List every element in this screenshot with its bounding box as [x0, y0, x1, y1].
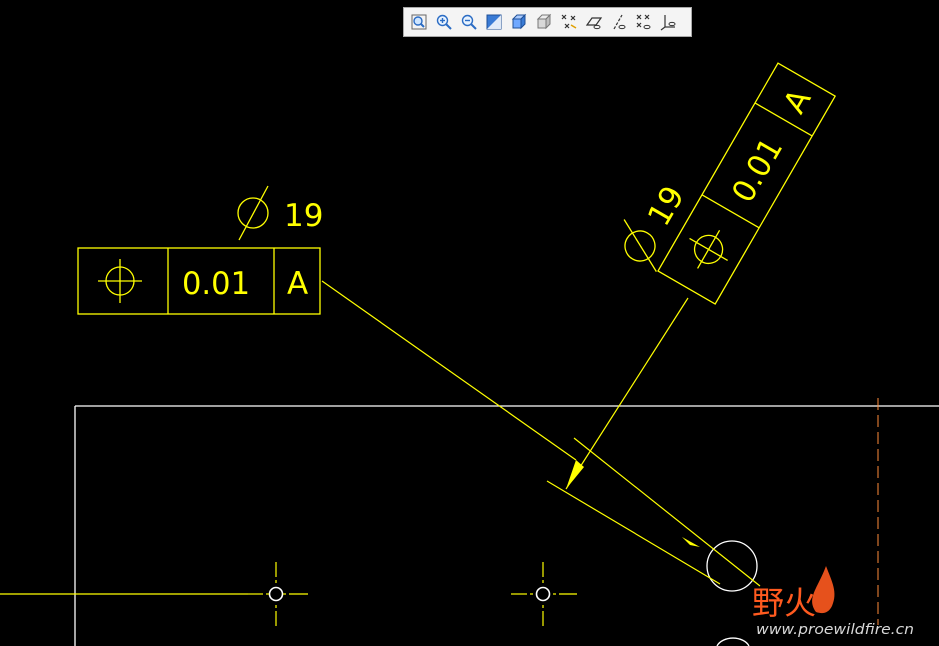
watermark-cn: 野火	[752, 584, 816, 622]
fcf1-tolerance: 0.01	[182, 266, 250, 302]
dim1-value: 19	[284, 198, 323, 234]
diameter-dimension-2[interactable]: 19	[609, 174, 697, 272]
fcf2-tolerance: 0.01	[725, 132, 790, 209]
bottom-partial-circle	[716, 637, 750, 646]
hole-2-circle[interactable]	[535, 586, 551, 602]
hole-2[interactable]	[511, 562, 577, 626]
hole-1-circle[interactable]	[268, 586, 284, 602]
hole-1-centermark	[248, 562, 308, 626]
feature-control-frame-1[interactable]: 0.01 A	[77, 247, 321, 315]
hole-2-centermark	[511, 562, 577, 626]
position-symbol-icon	[98, 259, 142, 303]
arrow-head-2	[682, 537, 700, 547]
diagonal-hole-circle[interactable]	[706, 540, 758, 592]
fcf2-position-symbol-icon	[689, 230, 728, 269]
watermark-url: www.proewildfire.cn	[756, 622, 914, 638]
diameter-dimension-1[interactable]: 19	[237, 185, 323, 241]
watermark: 野火 www.proewildfire.cn	[752, 566, 914, 638]
feature-control-frame-2[interactable]: 0.01 A	[657, 62, 837, 305]
fcf2-datum: A	[777, 83, 819, 119]
fcf1-datum: A	[287, 266, 308, 302]
hole-1[interactable]	[248, 562, 308, 626]
diameter-symbol-icon	[237, 185, 269, 241]
drawing-canvas[interactable]: 0.01 A 19 0.01 A 19 野火 www.proewildfire.…	[0, 0, 939, 646]
diagonal-dimension	[321, 280, 761, 587]
